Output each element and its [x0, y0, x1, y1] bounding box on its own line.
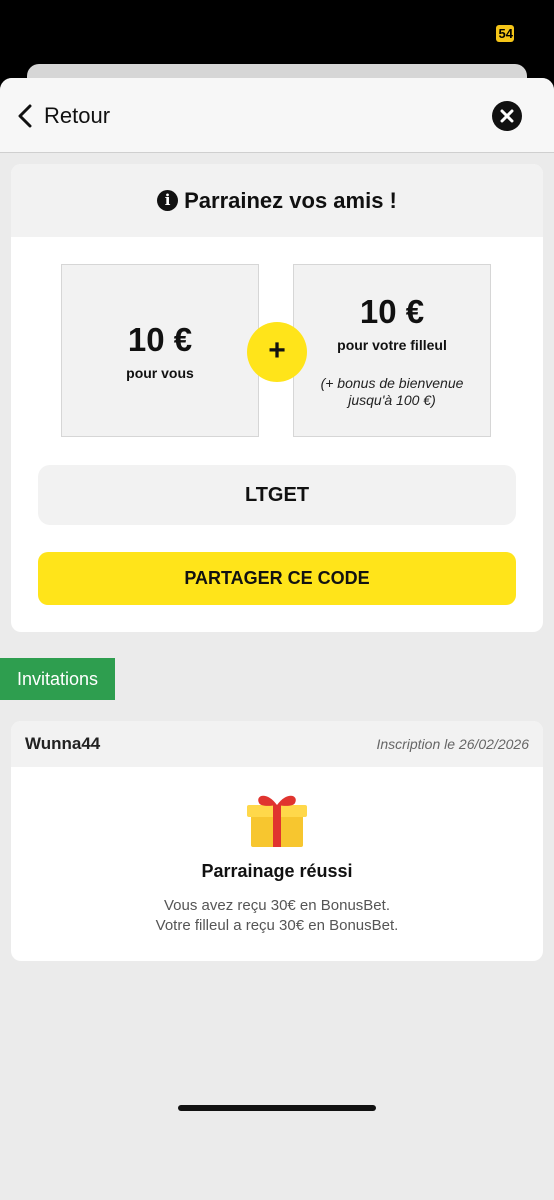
tab-invitations[interactable]: Invitations: [0, 658, 115, 700]
referral-card: i Parrainez vos amis ! 10 € pour vous 10…: [11, 164, 543, 632]
invitation-status-title: Parrainage réussi: [201, 861, 353, 881]
back-button[interactable]: Retour: [16, 98, 110, 134]
reward-friend-note-line2: jusqu'à 100 €): [348, 391, 436, 408]
reward-you-amount: 10 €: [127, 320, 193, 358]
reward-friend-amount: 10 €: [359, 292, 425, 330]
info-icon: i: [157, 190, 179, 211]
invitation-line-2: Votre filleul a reçu 30€ en BonusBet.: [155, 917, 399, 934]
invitation-username: Wunna44: [25, 734, 101, 753]
close-button[interactable]: [492, 101, 522, 131]
referral-title: Parrainez vos amis !: [184, 187, 397, 213]
close-icon: [500, 109, 514, 123]
battery-indicator: 54: [496, 25, 514, 42]
invitation-date: Inscription le 26/02/2026: [376, 736, 529, 752]
invitation-line-1: Vous avez reçu 30€ en BonusBet.: [164, 897, 390, 914]
home-indicator: [178, 1105, 376, 1111]
status-bar: 54: [0, 0, 554, 68]
gift-icon: [247, 795, 307, 847]
reward-you-caption: pour vous: [126, 364, 194, 381]
reward-you-box: 10 € pour vous: [61, 264, 259, 437]
referral-code[interactable]: LTGET: [38, 465, 516, 525]
reward-friend-caption: pour votre filleul: [337, 336, 447, 353]
chevron-left-icon: [18, 104, 32, 128]
referral-card-header: i Parrainez vos amis !: [11, 164, 543, 237]
invitation-header: Wunna44 Inscription le 26/02/2026: [11, 721, 543, 767]
share-code-button[interactable]: PARTAGER CE CODE: [38, 552, 516, 605]
reward-friend-note-line1: (+ bonus de bienvenue: [320, 374, 464, 391]
referral-sheet: Retour i Parrainez vos amis ! 10 € pour …: [0, 78, 554, 1200]
nav-bar: Retour: [0, 78, 554, 153]
plus-icon: +: [247, 322, 307, 382]
reward-friend-note: (+ bonus de bienvenue jusqu'à 100 €): [321, 375, 464, 409]
back-label: Retour: [44, 103, 111, 128]
reward-friend-box: 10 € pour votre filleul (+ bonus de bien…: [293, 264, 491, 437]
invitation-card: Wunna44 Inscription le 26/02/2026 Parrai…: [11, 721, 543, 961]
